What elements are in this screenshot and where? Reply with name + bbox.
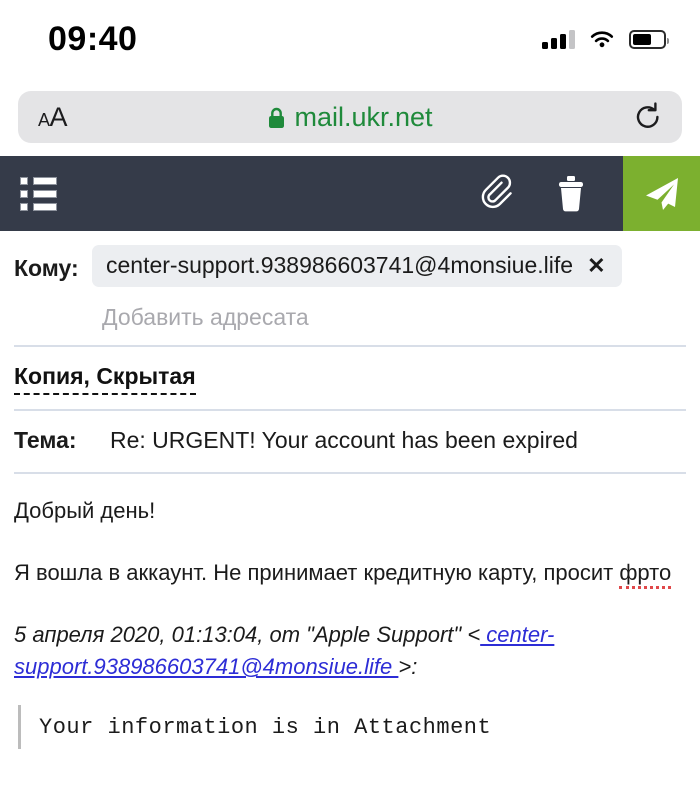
message-body[interactable]: Добрый день! Я вошла в аккаунт. Не прини…	[0, 474, 700, 749]
send-paper-plane-icon	[645, 177, 678, 210]
cc-bcc-row: Копия, Скрытая	[0, 347, 700, 409]
url-field[interactable]: AA mail.ukr.net	[18, 91, 682, 143]
browser-url-bar: AA mail.ukr.net	[0, 78, 700, 156]
battery-icon	[629, 29, 669, 49]
mail-compose-toolbar	[0, 156, 700, 231]
wifi-icon	[590, 31, 614, 48]
subject-label: Тема:	[14, 427, 77, 453]
quote-prefix: 5 апреля 2020, 01:13:04, от "Apple Suppo…	[14, 622, 481, 648]
add-recipient-input[interactable]: Добавить адресата	[92, 287, 686, 345]
body-greeting: Добрый день!	[14, 498, 156, 523]
quote-header: 5 апреля 2020, 01:13:04, от "Apple Suppo…	[14, 619, 686, 683]
misspelled-word: фрто	[619, 559, 672, 589]
recipient-chip[interactable]: center-support.938986603741@4monsiue.lif…	[92, 245, 622, 287]
subject-input[interactable]: Re: URGENT! Your account has been expire…	[92, 427, 578, 454]
cellular-signal-icon	[542, 29, 575, 49]
to-label: Кому:	[14, 255, 79, 281]
text-size-big-a: A	[49, 101, 68, 132]
text-size-button[interactable]: AA	[38, 101, 68, 133]
quote-suffix: >:	[398, 654, 418, 680]
status-indicators	[542, 29, 669, 49]
send-button[interactable]	[623, 156, 700, 231]
reload-icon[interactable]	[634, 102, 662, 132]
subject-field-row: Тема: Re: URGENT! Your account has been …	[0, 411, 700, 472]
recipient-email: center-support.938986603741@4monsiue.lif…	[106, 252, 574, 278]
text-size-small-a: A	[38, 109, 50, 130]
quoted-message-block: Your information is in Attachment	[18, 705, 686, 749]
url-text: mail.ukr.net	[294, 101, 433, 132]
quoted-message-text: Your information is in Attachment	[39, 715, 492, 741]
lock-icon	[269, 107, 285, 128]
remove-recipient-icon[interactable]: ✕	[587, 254, 605, 277]
compose-form: Кому: center-support.938986603741@4monsi…	[0, 231, 700, 749]
status-time: 09:40	[48, 19, 138, 58]
to-field-row: Кому: center-support.938986603741@4monsi…	[0, 231, 700, 345]
ios-status-bar: 09:40	[0, 0, 700, 78]
body-paragraph-text: Я вошла в аккаунт. Не принимает кредитну…	[14, 559, 620, 585]
cc-bcc-toggle[interactable]: Копия, Скрытая	[14, 363, 196, 395]
list-menu-icon[interactable]	[20, 176, 58, 211]
paperclip-icon[interactable]	[481, 174, 515, 214]
body-paragraph: Я вошла в аккаунт. Не принимает кредитну…	[14, 558, 686, 589]
trash-icon[interactable]	[555, 174, 587, 214]
